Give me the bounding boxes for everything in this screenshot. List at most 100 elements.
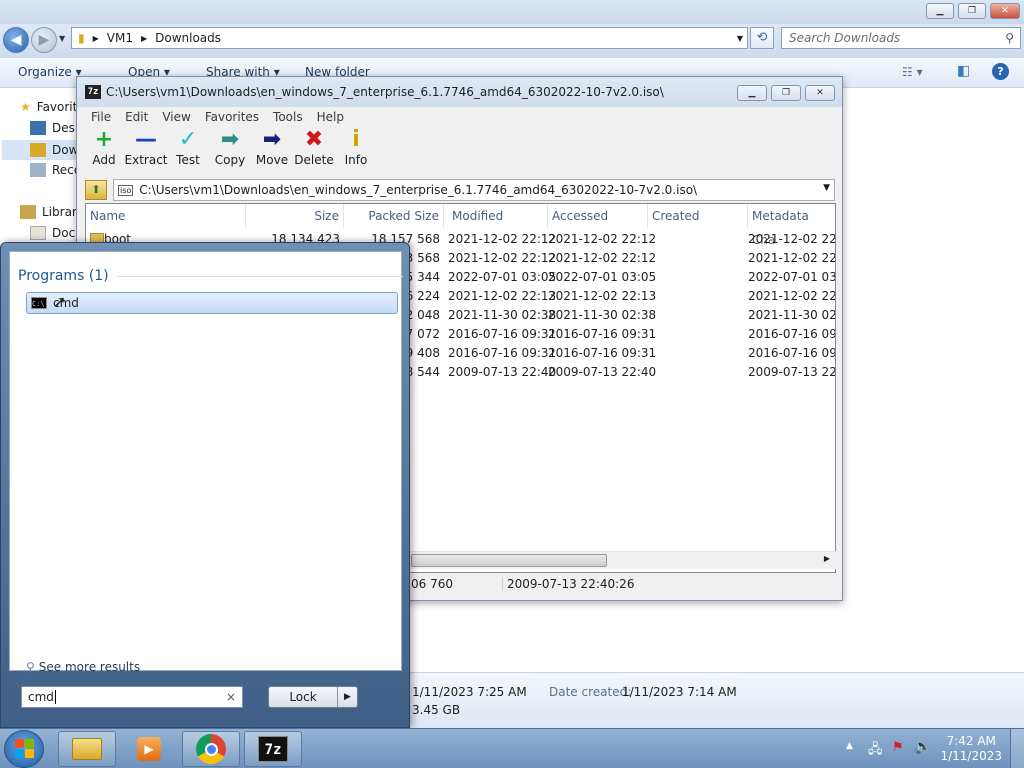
column-header-metadata-cha[interactable]: Metadata Cha <box>748 204 835 247</box>
scroll-right-icon[interactable]: ▶ <box>824 554 830 563</box>
organize-button[interactable]: Organize ▾ <box>18 65 82 79</box>
show-hidden-icons-icon[interactable]: ▲ <box>846 741 853 751</box>
move-button[interactable]: ➡ Move <box>251 127 293 177</box>
sidebar-item-recent[interactable]: Rece <box>30 163 81 177</box>
info-button[interactable]: i Info <box>335 127 377 177</box>
forward-button[interactable]: ▶ <box>31 27 57 53</box>
extract-button[interactable]: — Extract <box>125 127 168 177</box>
menu-bar: File Edit View Favorites Tools Help <box>85 107 835 127</box>
downloads-folder-icon <box>30 143 46 157</box>
minimize-button[interactable]: ▁ <box>737 85 767 101</box>
maximize-button[interactable]: ❐ <box>771 85 801 101</box>
test-button[interactable]: ✓ Test <box>167 127 209 177</box>
chevron-right-icon: ▶ <box>92 33 99 43</box>
sidebar-item-documents[interactable]: Docu <box>30 226 83 240</box>
start-search-input[interactable]: cmd × <box>21 686 243 708</box>
detail-date-modified: 1/11/2023 7:25 AM <box>412 685 527 699</box>
copy-button[interactable]: ➡ Copy <box>209 127 251 177</box>
documents-icon <box>30 226 46 240</box>
cell-meta: 2021-12-02 22:1 <box>748 289 836 303</box>
delete-button[interactable]: ✖ Delete <box>293 127 335 177</box>
search-input[interactable]: Search Downloads ⚲ <box>781 27 1021 49</box>
cell-meta: 2016-07-16 09:3 <box>748 346 836 360</box>
menu-help[interactable]: Help <box>317 110 344 124</box>
menu-tools[interactable]: Tools <box>273 110 303 124</box>
mouse-cursor-icon: ➚ <box>53 292 67 311</box>
power-options-arrow-icon[interactable]: ▶ <box>337 687 357 707</box>
taskbar-chrome[interactable] <box>182 731 240 767</box>
sidebar-item-favorites[interactable]: ★ Favorit <box>20 100 77 114</box>
detail-date-created: 1/11/2023 7:14 AM <box>622 685 737 699</box>
column-header-modified[interactable]: Modified <box>448 204 548 228</box>
column-header-name[interactable]: Name <box>86 204 246 228</box>
taskbar-7zip[interactable]: 7z <box>244 731 302 767</box>
taskbar-explorer[interactable] <box>58 731 116 767</box>
preview-pane-icon[interactable]: ◧ <box>957 63 970 79</box>
libraries-icon <box>20 205 36 219</box>
programs-section-header: Programs (1) <box>18 268 403 284</box>
chevron-right-icon: ▶ <box>140 33 148 43</box>
cell-modified: 2016-07-16 09:31 <box>448 327 557 341</box>
column-header-accessed[interactable]: Accessed <box>548 204 648 228</box>
action-center-icon[interactable]: ⚑ <box>892 740 904 755</box>
breadcrumb-vm1[interactable]: VM1 <box>107 31 133 45</box>
close-button[interactable]: ✕ <box>805 85 835 101</box>
menu-file[interactable]: File <box>91 110 111 124</box>
path-combobox[interactable]: iso C:\Users\vm1\Downloads\en_windows_7_… <box>113 179 835 201</box>
clock[interactable]: 7:42 AM 1/11/2023 <box>940 734 1002 764</box>
sidebar-item-downloads[interactable]: Dow <box>2 140 84 160</box>
breadcrumb-downloads[interactable]: Downloads <box>155 31 221 45</box>
refresh-button[interactable]: ⟲ <box>750 27 774 49</box>
view-options-icon[interactable]: ☷ ▾ <box>902 65 923 79</box>
taskbar-media-player[interactable]: ▶ <box>120 731 178 767</box>
up-folder-icon[interactable]: ⬆ <box>85 180 107 200</box>
close-button[interactable]: ✕ <box>990 3 1020 19</box>
clear-search-icon[interactable]: × <box>226 687 236 707</box>
see-more-results-link[interactable]: ⚲ See more results <box>26 660 140 674</box>
maximize-button[interactable]: ❐ <box>958 3 986 19</box>
address-dropdown-icon[interactable]: ▼ <box>737 34 743 43</box>
cell-accessed: 2022-07-01 03:05 <box>548 270 657 284</box>
back-arrow-icon: ◀ <box>10 32 22 48</box>
cell-accessed: 2021-11-30 02:38 <box>548 308 657 322</box>
move-icon: ➡ <box>262 127 282 152</box>
column-header-created[interactable]: Created <box>648 204 748 228</box>
cell-accessed: 2021-12-02 22:13 <box>548 289 657 303</box>
search-icon[interactable]: ⚲ <box>1005 28 1014 48</box>
scrollbar-thumb[interactable] <box>411 554 607 567</box>
lock-button[interactable]: Lock ▶ <box>268 686 358 708</box>
path-dropdown-icon[interactable]: ▼ <box>823 183 830 193</box>
cell-modified: 2009-07-13 22:40 <box>448 365 557 379</box>
menu-view[interactable]: View <box>162 110 190 124</box>
cmd-result-item[interactable]: C:\ cmd ➚ <box>26 292 398 314</box>
back-button[interactable]: ◀ <box>3 27 29 53</box>
menu-edit[interactable]: Edit <box>125 110 148 124</box>
search-results-panel: Programs (1) C:\ cmd ➚ ⚲ See more result… <box>9 251 403 674</box>
path-text: C:\Users\vm1\Downloads\en_windows_7_ente… <box>139 183 698 197</box>
sevenzip-title: C:\Users\vm1\Downloads\en_windows_7_ente… <box>106 85 664 99</box>
copy-icon: ➡ <box>220 127 240 152</box>
cell-modified: 2021-12-02 22:13 <box>448 289 557 303</box>
sidebar-item-libraries[interactable]: Librari <box>20 205 80 219</box>
minimize-button[interactable]: ▁ <box>926 3 954 19</box>
star-icon: ★ <box>20 100 31 114</box>
cell-accessed: 2016-07-16 09:31 <box>548 327 657 341</box>
address-bar[interactable]: ▮ ▶ VM1 ▶ Downloads ▼ <box>71 27 748 49</box>
sidebar-item-desktop[interactable]: Desk <box>30 121 82 135</box>
recent-pages-dropdown[interactable]: ▼ <box>59 34 65 43</box>
menu-favorites[interactable]: Favorites <box>205 110 259 124</box>
column-header-size[interactable]: Size <box>246 204 344 228</box>
show-desktop-button[interactable] <box>1010 729 1024 768</box>
refresh-icon: ⟲ <box>756 30 768 45</box>
volume-icon[interactable]: 🔈 <box>914 739 931 755</box>
start-search-value: cmd <box>28 690 54 704</box>
start-button[interactable] <box>4 730 44 768</box>
add-icon: + <box>94 127 114 152</box>
add-button[interactable]: + Add <box>83 127 125 177</box>
column-header-packed-size[interactable]: Packed Size <box>344 204 444 228</box>
sevenzip-titlebar: 7z C:\Users\vm1\Downloads\en_windows_7_e… <box>77 77 842 107</box>
chrome-icon <box>196 734 226 764</box>
cell-modified: 2022-07-01 03:05 <box>448 270 557 284</box>
help-icon[interactable]: ? <box>992 63 1009 80</box>
network-icon[interactable]: 🖧 <box>868 740 883 762</box>
